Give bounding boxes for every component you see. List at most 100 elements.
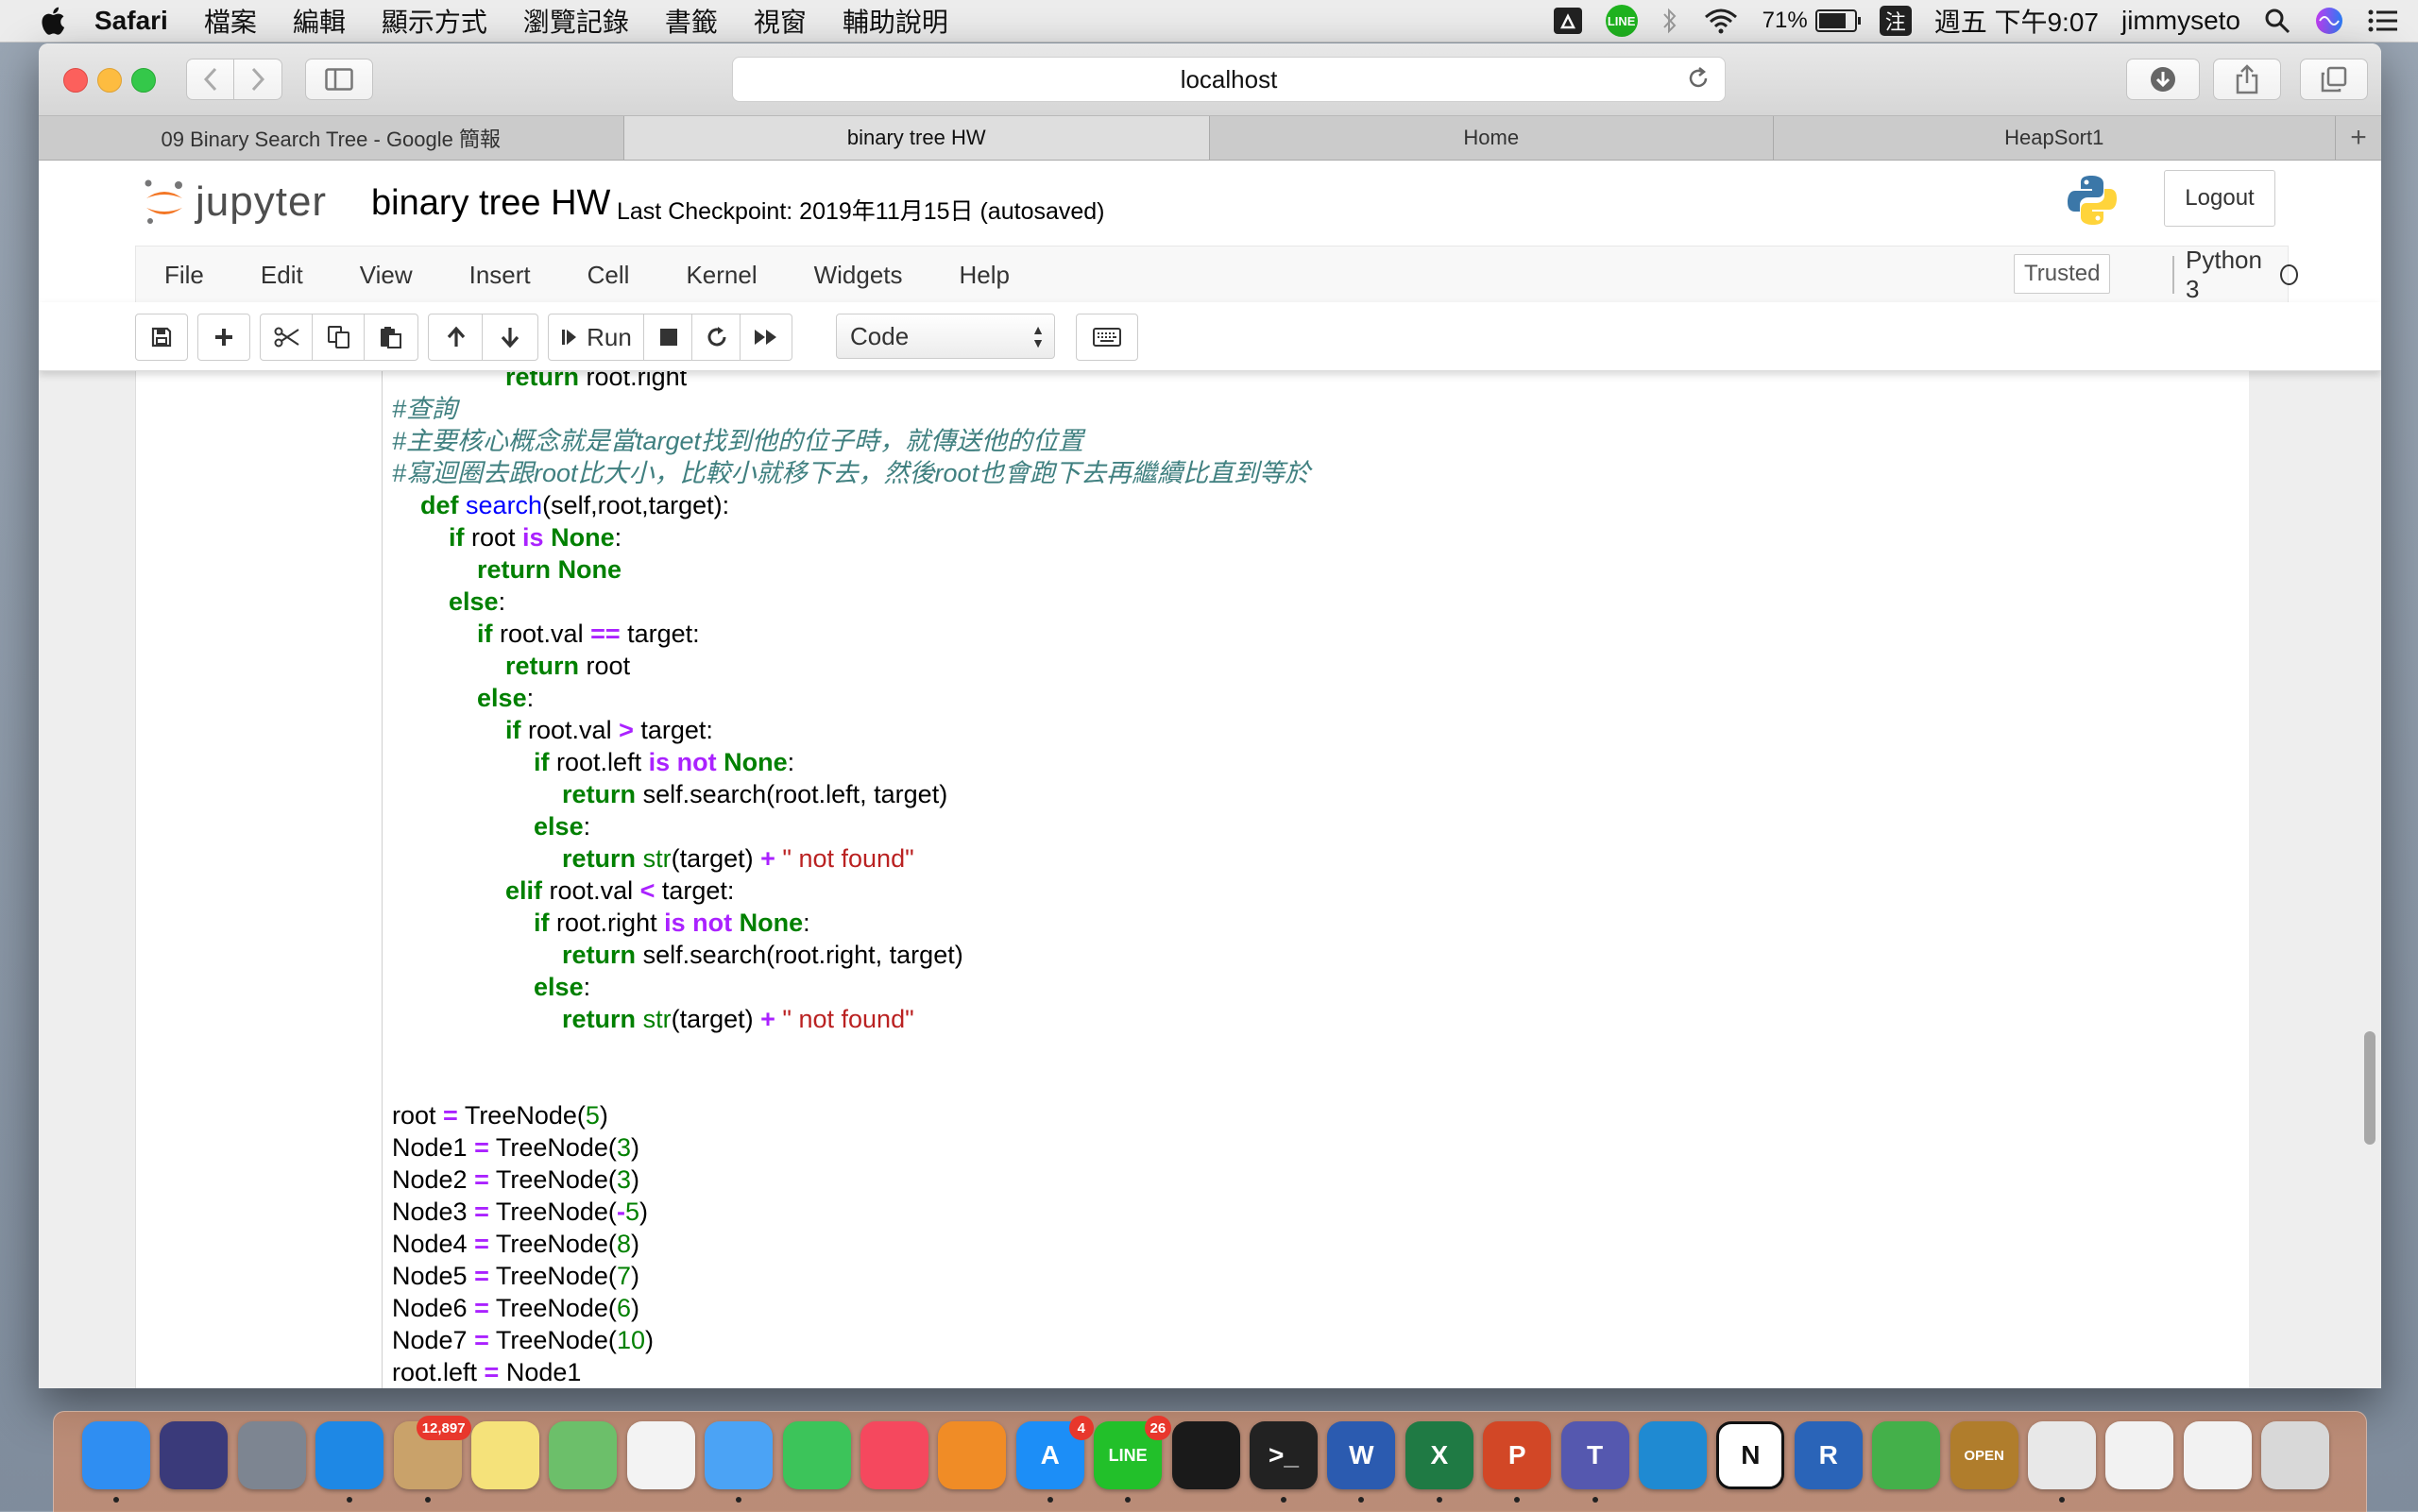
photos-icon[interactable] [626,1421,695,1489]
teams-icon[interactable]: T [1560,1421,1629,1503]
notes-icon[interactable] [471,1421,539,1489]
menu-history[interactable]: 瀏覽記錄 [523,2,629,40]
share-button[interactable] [2213,59,2281,100]
jmenu-insert[interactable]: Insert [469,261,531,290]
tab-heapsort1[interactable]: HeapSort1 [1773,116,2337,160]
vscode-icon[interactable] [1639,1421,1707,1489]
google-drive-icon[interactable] [1553,7,1583,35]
battery-icon [1814,9,1861,32]
minimize-window-button[interactable] [97,68,122,93]
terminal-icon[interactable]: >_ [1250,1421,1318,1503]
jmenu-kernel[interactable]: Kernel [686,261,757,290]
finder-icon[interactable] [82,1421,150,1503]
sidebar-toggle-button[interactable] [305,59,373,100]
battery-status[interactable]: 71% [1762,7,1861,35]
insert-cell-button[interactable] [197,314,250,361]
downloads-button[interactable] [2126,59,2200,100]
zoom-window-button[interactable] [131,68,156,93]
menu-edit[interactable]: 編輯 [293,2,346,40]
wifi-icon[interactable] [1702,7,1740,35]
menu-bookmarks[interactable]: 書籤 [665,2,718,40]
chrome-icon[interactable] [2028,1421,2096,1503]
r-icon[interactable]: R [1794,1421,1863,1489]
kernel-indicator[interactable]: Python 3 [2172,246,2298,303]
clock[interactable]: 週五 下午9:07 [1934,2,2099,40]
books-icon[interactable] [938,1421,1007,1489]
trusted-indicator[interactable]: Trusted [2014,254,2111,294]
close-window-button[interactable] [63,68,88,93]
r-label: R [1818,1440,1838,1470]
tab-google-slides[interactable]: 09 Binary Search Tree - Google 簡報 [39,116,624,160]
back-button[interactable] [186,59,235,100]
menu-help[interactable]: 輔助說明 [843,2,948,40]
line-icon[interactable]: LINE 26 [1094,1416,1172,1503]
notebook-title[interactable]: binary tree HW [371,183,610,224]
address-bar[interactable]: localhost [732,57,1726,102]
siri-icon[interactable] [160,1421,229,1489]
user-name[interactable]: jimmyseto [2121,6,2240,36]
mail-icon[interactable]: 12,897 [393,1416,471,1503]
interrupt-button[interactable] [643,314,694,361]
copy-button[interactable] [312,314,366,361]
restart-run-all-button[interactable] [740,314,792,361]
messages-icon[interactable] [705,1421,774,1503]
trash-icon[interactable] [2261,1421,2330,1489]
restart-kernel-button[interactable] [691,314,742,361]
spotify-icon[interactable] [1171,1421,1240,1489]
code-cell[interactable]: return root.right #查詢 #主要核心概念就是當target找到他的… [382,370,2249,1388]
jmenu-widgets[interactable]: Widgets [814,261,903,290]
input-method-icon[interactable]: 注 [1879,6,1912,36]
logout-button[interactable]: Logout [2164,170,2275,227]
line-status-icon[interactable]: LINE [1605,5,1638,37]
circle-app-icon[interactable] [1872,1421,1941,1489]
code-editor[interactable]: return root.right #查詢 #主要核心概念就是當target找到他的… [392,370,1310,1388]
powerpoint-icon[interactable]: P [1483,1421,1552,1503]
document-icon[interactable] [2105,1421,2174,1489]
jupyter-logo[interactable]: jupyter [143,178,327,227]
spotlight-search-icon[interactable] [2263,7,2291,35]
reload-icon[interactable] [1685,65,1711,92]
open-sign-icon[interactable]: OPEN [1950,1421,2018,1489]
menu-view[interactable]: 顯示方式 [382,2,487,40]
notification-center-icon[interactable] [2367,7,2399,35]
code-token: root.val [542,876,640,905]
menu-app-name[interactable]: Safari [94,6,168,36]
move-down-button[interactable] [482,314,538,361]
excel-icon[interactable]: X [1405,1421,1473,1503]
jmenu-view[interactable]: View [360,261,413,290]
menu-file[interactable]: 檔案 [204,2,257,40]
app-store-icon[interactable]: A4 [1015,1416,1094,1503]
paste-button[interactable] [364,314,418,361]
launchpad-icon[interactable] [237,1421,306,1489]
jmenu-edit[interactable]: Edit [261,261,303,290]
music-icon[interactable] [860,1421,928,1489]
code-token: None [724,748,788,776]
jmenu-cell[interactable]: Cell [587,261,630,290]
jmenu-file[interactable]: File [164,261,204,290]
bluetooth-icon[interactable] [1660,7,1679,35]
move-up-button[interactable] [428,314,485,361]
safari-icon[interactable] [315,1421,384,1503]
notion-icon[interactable]: N [1716,1421,1785,1489]
tab-binary-tree-hw[interactable]: binary tree HW [623,116,1210,160]
run-button[interactable]: Run [548,314,646,361]
save-button[interactable] [135,314,188,361]
cut-button[interactable] [260,314,315,361]
siri-icon[interactable] [2314,7,2344,35]
command-palette-button[interactable] [1076,314,1138,361]
word-icon[interactable]: W [1327,1421,1396,1503]
maps-icon[interactable] [549,1421,618,1489]
cell-type-select[interactable]: Code ▲ ▼ [836,314,1055,359]
show-all-tabs-button[interactable] [2300,59,2368,100]
menu-window[interactable]: 視窗 [754,2,807,40]
apple-icon[interactable] [38,5,66,37]
new-tab-button[interactable]: + [2336,116,2381,160]
excel-file-icon[interactable] [2183,1421,2252,1489]
tab-home[interactable]: Home [1210,116,1774,160]
forward-button[interactable] [233,59,282,100]
facetime-icon[interactable] [782,1421,851,1489]
jmenu-help[interactable]: Help [960,261,1010,290]
vertical-scrollbar[interactable] [2364,1031,2375,1145]
